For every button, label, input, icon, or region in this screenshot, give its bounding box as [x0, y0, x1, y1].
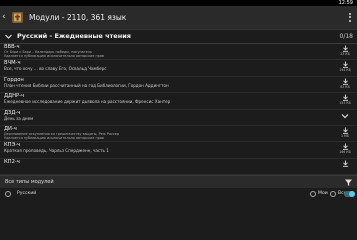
bottom-bar: Русский Мои Все — [0, 188, 357, 200]
download-button[interactable]: 1 МБ — [336, 126, 354, 139]
all-radio[interactable] — [330, 191, 336, 197]
download-button[interactable]: 62 КБ — [336, 77, 354, 90]
overflow-menu-icon[interactable] — [347, 11, 353, 24]
list-item[interactable]: ВЧМ-ч Все, что хочу ... во славу Его, Осв… — [0, 60, 357, 77]
module-description: От Бэри к Бэри – Календарь победы, покуп… — [4, 49, 104, 58]
list-item[interactable]: КП2-ч — [0, 158, 357, 176]
expand-icon[interactable] — [341, 113, 349, 119]
download-button[interactable]: 153 КБ — [336, 93, 354, 106]
module-description: Краткая проповедь, Чарльз Спердженн, час… — [4, 148, 109, 154]
language-radio[interactable] — [5, 191, 11, 197]
download-button[interactable]: 166 КБ — [336, 142, 354, 155]
download-button[interactable]: 194 КБ — [336, 60, 354, 73]
download-icon — [342, 61, 348, 69]
app-title: Модули - 2110, 361 язык — [29, 13, 127, 22]
download-icon — [342, 143, 348, 151]
mine-radio[interactable] — [310, 191, 316, 197]
module-list[interactable]: ВВВ-ч От Бэри к Бэри – Календарь победы, … — [0, 44, 357, 176]
module-size: 62 КБ — [340, 84, 350, 89]
filter-icon[interactable] — [344, 178, 353, 187]
download-button[interactable]: 23 КБ — [336, 44, 354, 57]
group-count: 0/18 — [339, 33, 353, 40]
module-name: КП2-ч — [4, 158, 20, 165]
download-icon — [342, 94, 348, 101]
list-item[interactable]: ДЗД-ч День за днем — [0, 110, 357, 126]
list-item[interactable]: КПЭ-ч Краткая проповедь, Чарльз Спердженн… — [0, 142, 357, 159]
list-item[interactable]: ВВВ-ч От Бэри к Бэри – Календарь победы, … — [0, 44, 357, 61]
module-description: Ежедневное исследование держит дьявола н… — [4, 99, 171, 105]
download-icon — [342, 160, 348, 167]
filter-bar[interactable]: Все типы модулей — [0, 175, 357, 189]
list-item[interactable]: ДДНР-ч Ежедневное исследование держит дья… — [0, 93, 357, 110]
download-button[interactable] — [336, 159, 354, 172]
module-size: 153 КБ — [339, 101, 351, 106]
download-icon — [342, 45, 348, 52]
app-bar: ‹ Модули - 2110, 361 язык — [0, 6, 357, 30]
chevron-down-icon — [5, 34, 12, 39]
toggle-switch[interactable] — [344, 191, 355, 197]
list-item[interactable]: Гордон План чтения Библии рассчитанный на… — [0, 77, 357, 94]
download-icon — [342, 78, 348, 85]
list-item[interactable]: ДИ-ч Дерзновение искупления ко грешничест… — [0, 126, 357, 143]
language-label[interactable]: Русский — [17, 188, 36, 200]
module-size: 23 КБ — [340, 52, 350, 56]
module-size: 194 КБ — [339, 68, 351, 73]
module-description: Все, что хочу ... во славу Его, Освальд … — [4, 66, 107, 72]
module-description: Дерзновение искупления ко грешничеству з… — [4, 131, 119, 140]
group-title: Русский - Ежедневные чтения — [17, 32, 131, 40]
module-description: План чтения Библии рассчитанный на год Б… — [4, 82, 169, 88]
download-icon — [342, 127, 348, 134]
mine-label[interactable]: Мои — [318, 188, 328, 200]
group-header[interactable]: Русский - Ежедневные чтения 0/18 — [0, 30, 357, 43]
module-size: 1 МБ — [341, 134, 349, 138]
app-logo-icon[interactable] — [11, 11, 24, 24]
filter-text: Все типы модулей — [5, 179, 54, 185]
module-size: 166 КБ — [339, 150, 351, 155]
module-description: День за днем — [4, 115, 34, 121]
